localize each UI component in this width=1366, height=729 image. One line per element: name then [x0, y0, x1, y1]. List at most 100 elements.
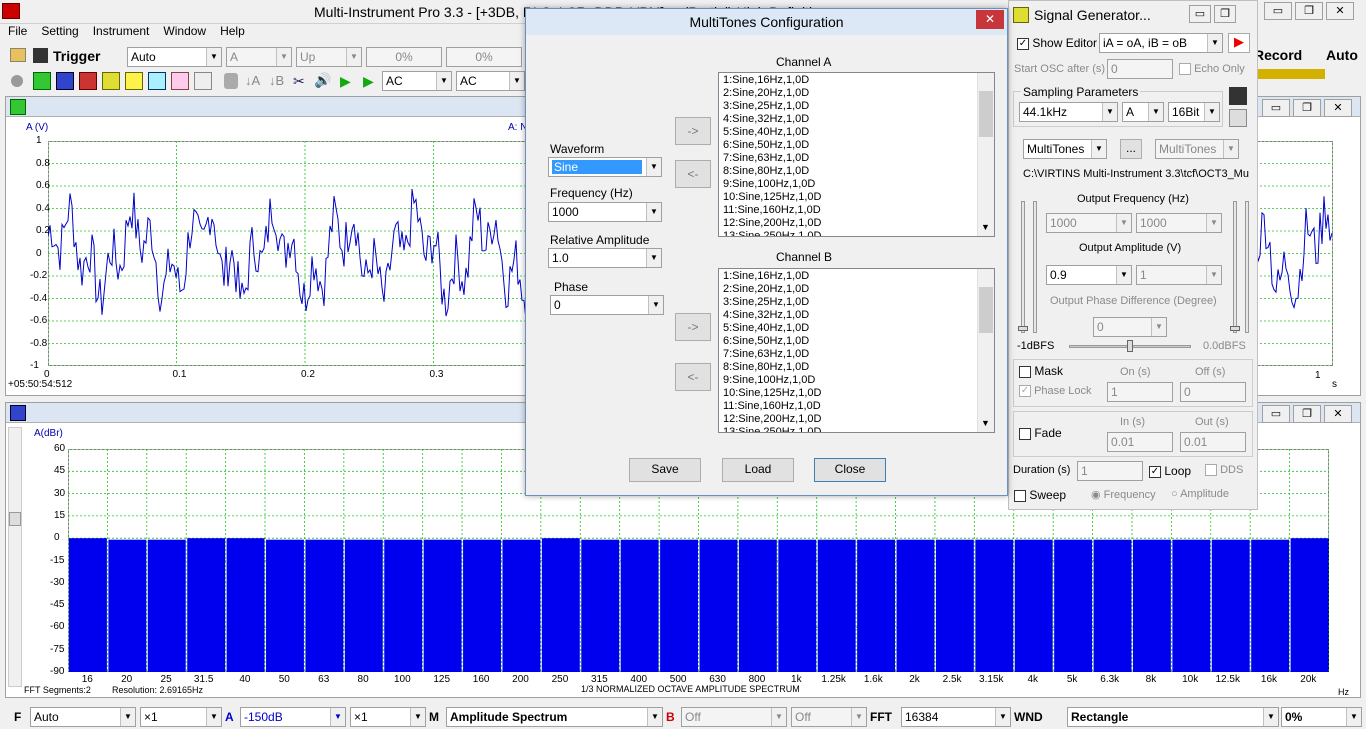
channel-b-list-item[interactable]: 13:Sine,250Hz,1,0D: [723, 426, 990, 432]
channel-a-list[interactable]: ▼ 1:Sine,16Hz,1,0D 2:Sine,20Hz,1,0D 3:Sine…: [718, 72, 995, 237]
spec-close-button[interactable]: ✕: [1324, 405, 1352, 423]
channel-a-list-item[interactable]: 8:Sine,80Hz,1,0D: [723, 165, 990, 178]
scroll-thumb[interactable]: [979, 287, 993, 333]
wave-icon[interactable]: [125, 72, 143, 90]
menu-setting[interactable]: Setting: [41, 24, 78, 38]
mask-on-field[interactable]: 1: [1107, 382, 1173, 402]
scroll-down-icon[interactable]: ▼: [981, 221, 990, 234]
osc-restore-button[interactable]: ❐: [1293, 99, 1321, 117]
sg-show-editor[interactable]: ✓ Show Editor: [1017, 36, 1097, 50]
trigger-mode-select[interactable]: Auto ▼: [127, 47, 222, 67]
fade-checkbox[interactable]: Fade: [1019, 426, 1062, 440]
app-minimize-button[interactable]: ▭: [1264, 2, 1292, 20]
dut-icon[interactable]: [148, 72, 166, 90]
sweep-checkbox[interactable]: Sweep: [1014, 488, 1066, 502]
channel-b-list[interactable]: ▼ 1:Sine,16Hz,1,0D 2:Sine,20Hz,1,0D 3:Sine…: [718, 268, 995, 433]
channel-a-list-item[interactable]: 1:Sine,16Hz,1,0D: [723, 74, 990, 87]
level-slider-thumb[interactable]: [1127, 340, 1133, 352]
load-button[interactable]: Load: [722, 458, 794, 482]
stop-icon[interactable]: [11, 75, 23, 87]
list-a-scrollbar[interactable]: ▼: [977, 73, 994, 236]
sweep-frequency-radio[interactable]: ◉ Frequency: [1091, 488, 1156, 501]
ddp-icon[interactable]: [171, 72, 189, 90]
checkbox-checked-icon[interactable]: ✓: [1017, 37, 1029, 50]
spec-restore-button[interactable]: ❐: [1293, 405, 1321, 423]
sample-rate-select[interactable]: 44.1kHz ▼: [1019, 102, 1118, 122]
channel-a-list-item[interactable]: 7:Sine,63Hz,1,0D: [723, 152, 990, 165]
phase-select[interactable]: 0 ▼: [550, 295, 664, 315]
freq-b-select[interactable]: 1000 ▼: [1136, 213, 1222, 233]
channel-a-list-item[interactable]: 5:Sine,40Hz,1,0D: [723, 126, 990, 139]
mode-select-bottom[interactable]: Amplitude Spectrum ▼: [446, 707, 663, 727]
waveform-select[interactable]: Sine ▼: [548, 157, 662, 177]
freq-a-select[interactable]: 1000 ▼: [1046, 213, 1132, 233]
left-slider-track2[interactable]: [1033, 201, 1037, 333]
sg-minimize-button[interactable]: ▭: [1189, 5, 1211, 23]
oscilloscope-icon[interactable]: [33, 72, 51, 90]
channel-a-list-item[interactable]: 4:Sine,32Hz,1,0D: [723, 113, 990, 126]
channel-a-list-item[interactable]: 12:Sine,200Hz,1,0D: [723, 217, 990, 230]
lock-icon[interactable]: [224, 73, 238, 89]
left-slider-track[interactable]: [1021, 201, 1025, 333]
save-button[interactable]: Save: [629, 458, 701, 482]
mode2-select[interactable]: MultiTones ▼: [1155, 139, 1239, 159]
trigger-level-field[interactable]: 0%: [366, 47, 442, 67]
fade-in-field[interactable]: 0.01: [1107, 432, 1173, 452]
menu-instrument[interactable]: Instrument: [93, 24, 150, 38]
channel-b-list-item[interactable]: 12:Sine,200Hz,1,0D: [723, 413, 990, 426]
save-settings-icon[interactable]: [1229, 87, 1247, 105]
channel-a-list-item[interactable]: 2:Sine,20Hz,1,0D: [723, 87, 990, 100]
channel-a-list-item[interactable]: 13:Sine,250Hz,1,0D: [723, 230, 990, 236]
checkbox-icon[interactable]: [1205, 464, 1217, 477]
channel-select[interactable]: A ▼: [1122, 102, 1164, 122]
calculator-icon[interactable]: [1229, 109, 1247, 127]
checkbox-icon[interactable]: [1019, 427, 1031, 440]
dialog-close-icon[interactable]: ✕: [976, 10, 1004, 29]
channel-b-list-item[interactable]: 6:Sine,50Hz,1,0D: [723, 335, 990, 348]
coupling-b-select[interactable]: AC ▼: [456, 71, 525, 91]
play-icon[interactable]: ▶: [340, 73, 351, 90]
right-slider-thumb[interactable]: [1230, 326, 1240, 331]
play-generator-icon[interactable]: ▶: [1228, 33, 1250, 53]
channel-b-icon[interactable]: ↓B: [269, 73, 284, 88]
sweep-amplitude-radio[interactable]: ○ Amplitude: [1171, 488, 1229, 500]
amplitude-select[interactable]: 1.0 ▼: [548, 248, 662, 268]
right-slider-track2[interactable]: [1245, 201, 1249, 333]
scroll-thumb[interactable]: [9, 512, 21, 526]
more-button[interactable]: ...: [1120, 139, 1142, 159]
app-restore-button[interactable]: ❐: [1295, 2, 1323, 20]
channel-b-list-item[interactable]: 4:Sine,32Hz,1,0D: [723, 309, 990, 322]
osc-minimize-button[interactable]: ▭: [1262, 99, 1290, 117]
scroll-thumb[interactable]: [979, 91, 993, 137]
spectrum-icon[interactable]: [56, 72, 74, 90]
ddp2-icon[interactable]: [194, 72, 212, 90]
auto-button[interactable]: Auto: [1326, 47, 1358, 63]
channel-a-list-item[interactable]: 6:Sine,50Hz,1,0D: [723, 139, 990, 152]
channel-b-list-item[interactable]: 10:Sine,125Hz,1,0D: [723, 387, 990, 400]
left-slider-thumb[interactable]: [1018, 326, 1028, 331]
echo-only[interactable]: Echo Only: [1179, 63, 1245, 76]
amp-a-select[interactable]: 0.9 ▼: [1046, 265, 1132, 285]
menu-help[interactable]: Help: [220, 24, 245, 38]
phase-diff-select[interactable]: 0 ▼: [1093, 317, 1167, 337]
checkbox-checked-icon[interactable]: ✓: [1149, 465, 1161, 478]
channel-b-list-item[interactable]: 3:Sine,25Hz,1,0D: [723, 296, 990, 309]
x-scale-select[interactable]: ×1 ▼: [140, 707, 222, 727]
spec-scrollbar[interactable]: [8, 427, 22, 687]
channel-b-list-item[interactable]: 1:Sine,16Hz,1,0D: [723, 270, 990, 283]
dds-checkbox[interactable]: DDS: [1205, 464, 1243, 477]
coupling-a-select[interactable]: AC ▼: [382, 71, 452, 91]
remove-from-a-button[interactable]: <-: [675, 160, 711, 188]
multimeter-icon[interactable]: [79, 72, 97, 90]
b-scale-select[interactable]: Off ▼: [791, 707, 867, 727]
open-icon[interactable]: [10, 48, 26, 62]
b-range-select[interactable]: Off ▼: [681, 707, 787, 727]
channel-b-list-item[interactable]: 8:Sine,80Hz,1,0D: [723, 361, 990, 374]
phase-lock-checkbox[interactable]: ✓ Phase Lock: [1019, 385, 1092, 398]
loop-checkbox[interactable]: ✓ Loop: [1149, 464, 1191, 478]
trigger-delay-field[interactable]: 0%: [446, 47, 522, 67]
fade-out-field[interactable]: 0.01: [1180, 432, 1246, 452]
window-function-select[interactable]: Rectangle ▼: [1067, 707, 1279, 727]
app-close-button[interactable]: ✕: [1326, 2, 1354, 20]
close-button[interactable]: Close: [814, 458, 886, 482]
